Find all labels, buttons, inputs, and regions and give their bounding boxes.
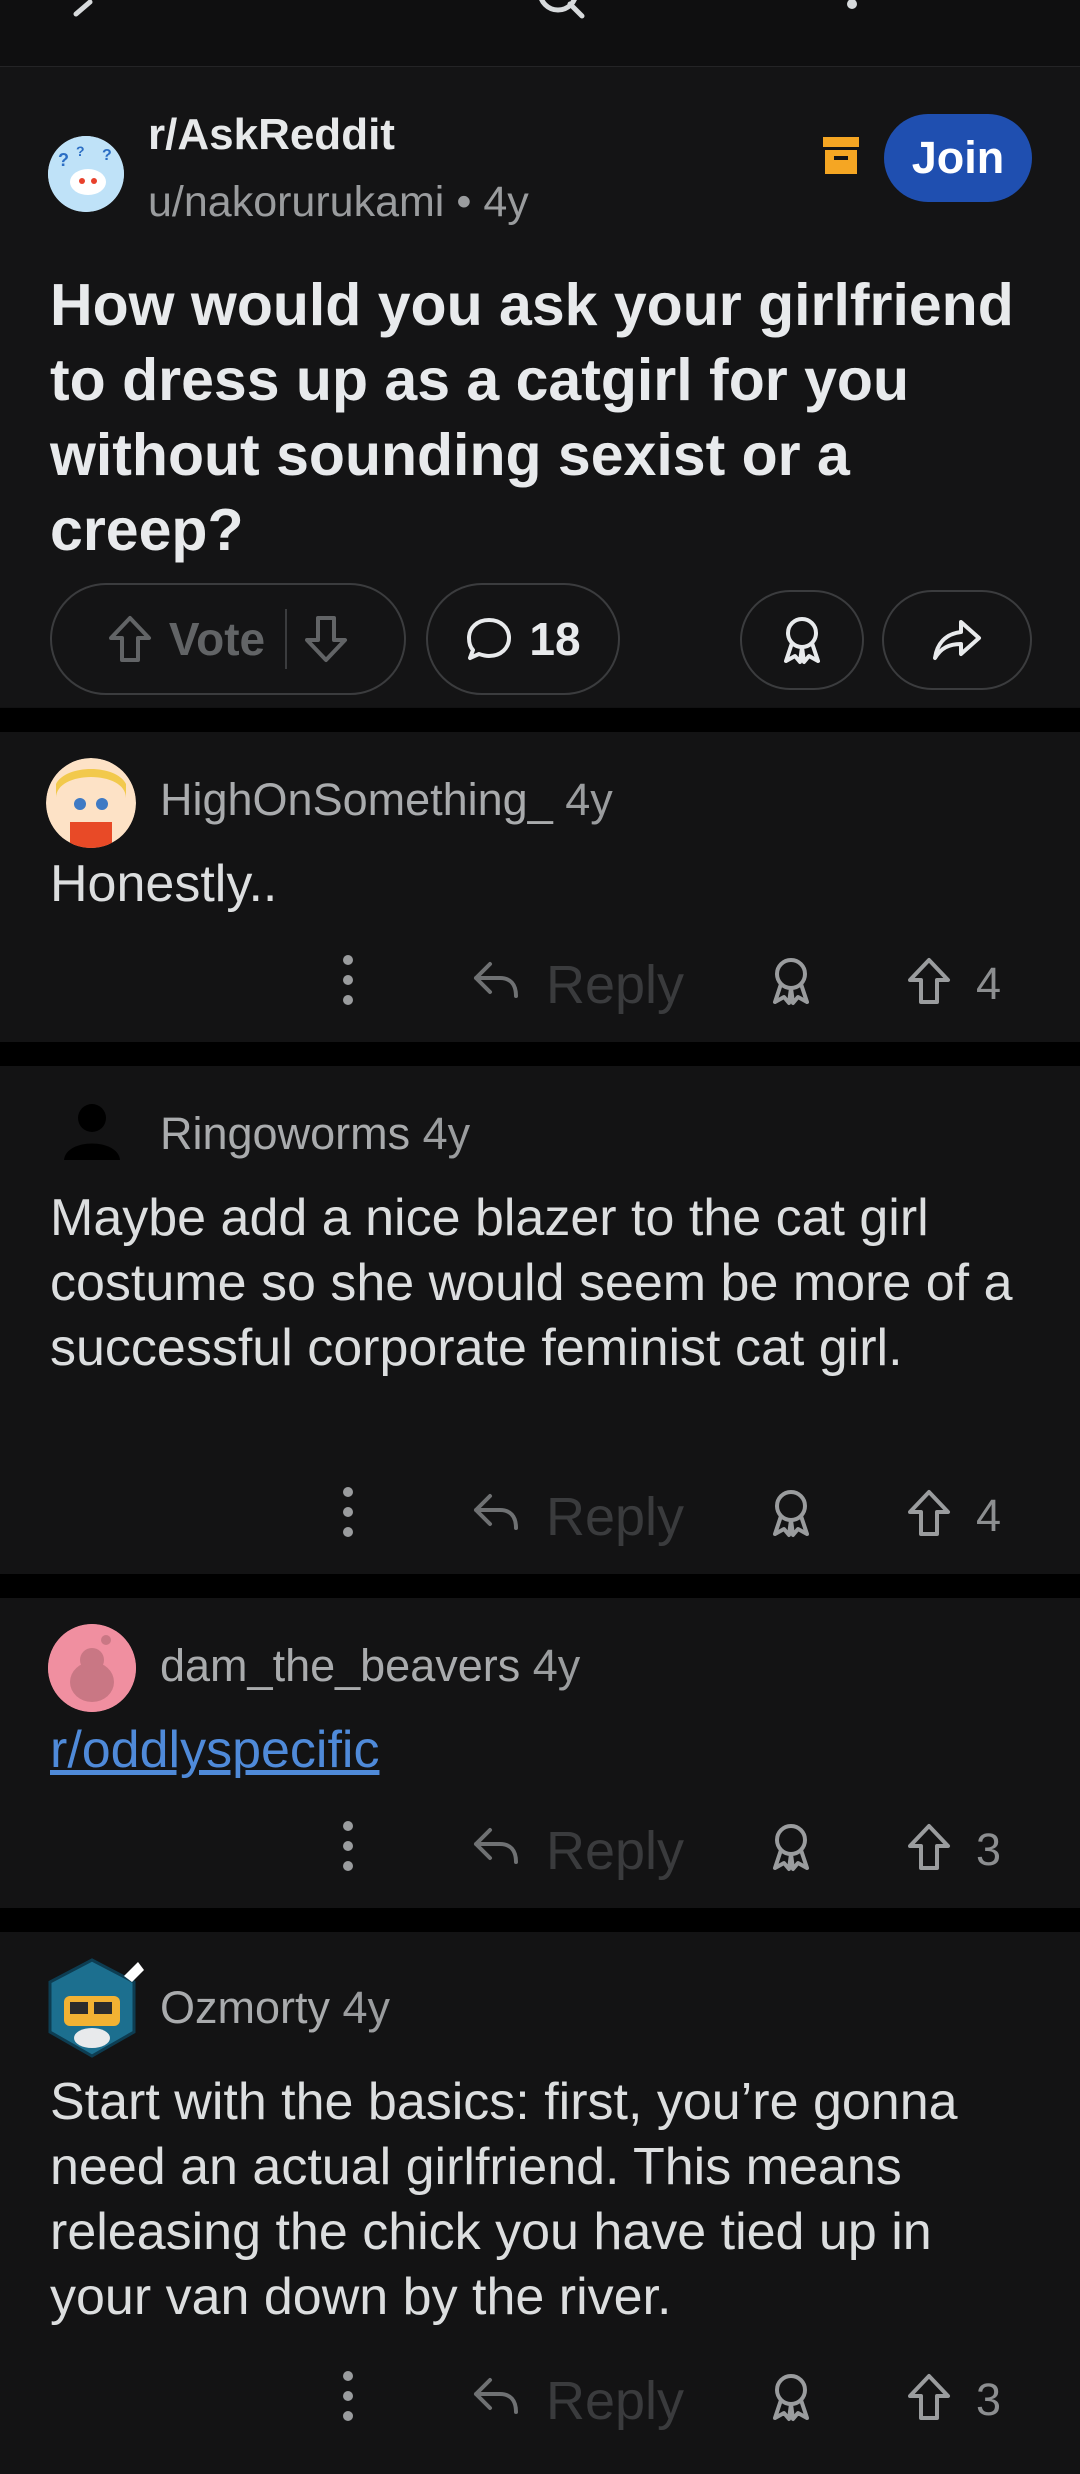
comment-actions: Reply 4 xyxy=(0,942,1080,1022)
reply-icon[interactable] xyxy=(470,1490,520,1534)
comment-score: 4 xyxy=(976,1490,1002,1541)
anime-avatar-image xyxy=(46,758,136,848)
subreddit-name[interactable]: r/AskReddit xyxy=(148,110,395,160)
reply-button[interactable]: Reply xyxy=(546,1486,684,1548)
comment-actions: Reply 4 xyxy=(0,1474,1080,1554)
askreddit-logo-icon: ? ? ? xyxy=(48,136,124,212)
comment-author[interactable]: HighOnSomething_ xyxy=(160,774,553,825)
post-meta: u/nakorurukami • 4y xyxy=(148,178,529,227)
comment-meta: Ringoworms 4y xyxy=(160,1108,470,1160)
upvote-icon[interactable] xyxy=(107,614,153,664)
avatar[interactable] xyxy=(44,1956,148,2060)
svg-text:?: ? xyxy=(76,143,85,159)
section-separator xyxy=(0,1042,1080,1066)
comments-button[interactable]: 18 xyxy=(426,583,620,695)
comment-icon xyxy=(467,618,512,660)
avatar[interactable] xyxy=(46,758,136,848)
snoo-avatar-image xyxy=(48,1624,136,1712)
reply-icon[interactable] xyxy=(470,958,520,1002)
post-title[interactable]: How would you ask your girlfriend to dre… xyxy=(50,268,1040,568)
more-options-icon[interactable] xyxy=(336,1816,360,1876)
award-icon[interactable] xyxy=(768,1488,814,1538)
nft-avatar-image xyxy=(48,1958,144,2058)
comment-age: 4y xyxy=(565,774,613,825)
meta-dot: • xyxy=(456,178,484,226)
section-separator xyxy=(0,708,1080,732)
comment-body: Honestly.. xyxy=(50,855,278,913)
post-author[interactable]: u/nakorurukami xyxy=(148,178,444,226)
comment-meta: dam_the_beavers 4y xyxy=(160,1640,580,1692)
upvote-icon[interactable] xyxy=(906,2372,952,2422)
svg-text:?: ? xyxy=(58,150,69,170)
reply-icon[interactable] xyxy=(470,2374,520,2418)
join-button[interactable]: Join xyxy=(884,114,1032,202)
avatar[interactable] xyxy=(48,1624,136,1712)
comment-age: 4y xyxy=(422,1108,471,1159)
award-icon[interactable] xyxy=(768,956,814,1006)
comment-author[interactable]: Ozmorty xyxy=(160,1982,330,2033)
upvote-icon[interactable] xyxy=(906,956,952,1006)
reply-button[interactable]: Reply xyxy=(546,954,684,1016)
section-separator xyxy=(0,1908,1080,1932)
comment-meta: HighOnSomething_ 4y xyxy=(160,774,613,826)
more-options-icon[interactable] xyxy=(336,950,360,1010)
more-options-icon[interactable] xyxy=(336,1482,360,1542)
vote-label: Vote xyxy=(168,613,266,665)
comment-author[interactable]: dam_the_beavers xyxy=(160,1640,520,1691)
reply-icon[interactable] xyxy=(470,1824,520,1868)
downvote-icon[interactable] xyxy=(303,614,349,664)
award-icon[interactable] xyxy=(768,2372,814,2422)
back-arrow-icon[interactable] xyxy=(60,0,100,22)
comment-body: Start with the basics: first, you’re gon… xyxy=(50,2073,958,2326)
search-icon[interactable] xyxy=(530,0,590,26)
reply-button[interactable]: Reply xyxy=(546,1820,684,1882)
archive-icon xyxy=(823,137,859,174)
comment-score: 3 xyxy=(976,1824,1002,1875)
comment-meta: Ozmorty 4y xyxy=(160,1982,390,2034)
more-options-icon[interactable] xyxy=(336,2366,360,2426)
comment-score: 4 xyxy=(976,958,1002,1009)
top-app-bar xyxy=(0,0,1080,67)
share-icon xyxy=(933,620,981,660)
comment-age: 4y xyxy=(342,1982,391,2033)
comment-age: 4y xyxy=(532,1640,581,1691)
sort-icon[interactable] xyxy=(640,0,700,22)
award-icon[interactable] xyxy=(768,1822,814,1872)
award-icon xyxy=(784,617,820,664)
section-separator xyxy=(0,1574,1080,1598)
comment-actions: Reply 3 xyxy=(0,2358,1080,2438)
subreddit-link[interactable]: r/oddlyspecific xyxy=(50,1718,1040,1783)
reply-button[interactable]: Reply xyxy=(546,2370,684,2432)
comment-score: 3 xyxy=(976,2374,1002,2425)
more-icon[interactable] xyxy=(842,0,862,22)
comment-body: Maybe add a nice blazer to the cat girl … xyxy=(50,1189,1013,1377)
comment-actions: Reply 3 xyxy=(0,1808,1080,1888)
comment-count: 18 xyxy=(529,613,581,665)
subreddit-avatar[interactable]: ? ? ? xyxy=(48,136,124,212)
default-avatar-icon[interactable] xyxy=(60,1098,124,1162)
post-age: 4y xyxy=(483,178,529,226)
vote-divider xyxy=(285,609,288,669)
upvote-icon[interactable] xyxy=(906,1822,952,1872)
award-button[interactable] xyxy=(740,590,864,690)
comment-author[interactable]: Ringoworms xyxy=(160,1108,410,1159)
upvote-icon[interactable] xyxy=(906,1488,952,1538)
share-button[interactable] xyxy=(882,590,1032,690)
svg-text:?: ? xyxy=(102,147,112,164)
vote-control: Vote xyxy=(50,583,406,695)
